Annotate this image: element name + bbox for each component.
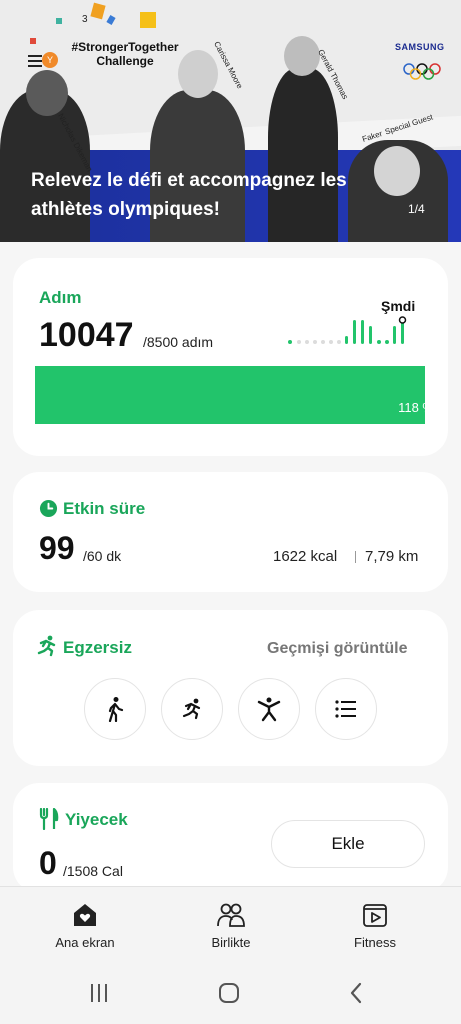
- food-value: 0: [39, 845, 57, 881]
- food-title: Yiyecek: [65, 810, 128, 829]
- olympic-rings-icon: [403, 63, 441, 80]
- confetti-number: 3: [82, 14, 88, 25]
- banner-pager: 1/4: [408, 202, 425, 216]
- walk-button[interactable]: [84, 678, 146, 740]
- system-navigation-bar: [0, 958, 461, 1024]
- nav-together[interactable]: Birlikte: [154, 887, 308, 959]
- active-time-card[interactable]: Etkin süre 99 /60 dk 1622 kcal 7,79 km: [13, 472, 448, 592]
- food-goal: /1508 Cal: [63, 863, 123, 879]
- nav-home[interactable]: Ana ekran: [8, 887, 162, 959]
- food-card[interactable]: Yiyecek 0 /1508 Cal Ekle: [13, 783, 448, 893]
- active-time-title: Etkin süre: [63, 499, 146, 518]
- nav-home-label: Ana ekran: [55, 935, 115, 950]
- confetti-shape: [140, 12, 156, 28]
- promo-banner[interactable]: 3 Y #StrongerTogether Challenge Nicholas…: [0, 0, 461, 242]
- confetti-shape: [90, 2, 106, 20]
- confetti-shape: [106, 15, 116, 25]
- exercise-title: Egzersiz: [63, 638, 132, 657]
- run-icon: [182, 698, 201, 720]
- nav-together-label: Birlikte: [211, 935, 251, 950]
- list-icon: [335, 700, 356, 718]
- add-food-button[interactable]: Ekle: [271, 820, 425, 868]
- steps-count: 10047: [39, 316, 134, 354]
- workout-button[interactable]: [238, 678, 300, 740]
- nav-fitness[interactable]: Fitness: [298, 887, 452, 959]
- steps-card[interactable]: Adım 10047 /8500 adım Şmdi 118 %: [13, 258, 448, 456]
- hashtag-line2: Challenge: [96, 54, 154, 68]
- calories-value: 1622 kcal: [273, 548, 338, 565]
- sponsor-logo: SAMSUNG: [395, 42, 445, 52]
- exercise-list-button[interactable]: [315, 678, 377, 740]
- distance-value: 7,79 km: [365, 548, 419, 565]
- exercise-card[interactable]: Egzersiz Geçmişi görüntüle: [13, 610, 448, 766]
- active-time-value: 99: [39, 530, 75, 566]
- fork-knife-icon: [39, 808, 59, 830]
- confetti-shape: [56, 18, 62, 24]
- athlete-name: Carissa Moore: [212, 40, 245, 91]
- nav-fitness-label: Fitness: [354, 935, 396, 950]
- confetti-shape: [30, 38, 36, 44]
- steps-goal: /8500 adım: [143, 334, 214, 350]
- active-time-goal: /60 dk: [83, 548, 122, 564]
- avatar-badge[interactable]: Y: [42, 52, 58, 68]
- people-icon: [217, 903, 245, 927]
- fitness-play-icon: [363, 904, 387, 927]
- steps-hourly-chart: [288, 316, 407, 344]
- view-history-link[interactable]: Geçmişi görüntüle: [267, 640, 407, 658]
- steps-progress-fill: [35, 366, 425, 424]
- steps-now-label: Şmdi: [381, 298, 416, 314]
- run-button[interactable]: [161, 678, 223, 740]
- back-icon[interactable]: [342, 978, 372, 1008]
- clock-icon: [39, 499, 58, 518]
- steps-percent: 118 %: [398, 400, 434, 415]
- runner-icon: [37, 635, 56, 657]
- workout-icon: [257, 697, 281, 722]
- bottom-navigation: Ana ekran Birlikte Fitness: [0, 886, 461, 958]
- home-heart-icon: [74, 904, 96, 926]
- home-button-icon[interactable]: [214, 978, 244, 1008]
- walk-icon: [108, 697, 124, 722]
- banner-hashtag: #StrongerTogether Challenge: [60, 40, 190, 68]
- banner-headline: Relevez le défi et accompagnez les athlè…: [31, 170, 347, 220]
- divider: [355, 551, 356, 563]
- steps-title: Adım: [39, 288, 82, 307]
- hashtag-line1: #StrongerTogether: [71, 40, 179, 54]
- recent-apps-icon[interactable]: [84, 978, 114, 1008]
- steps-progress-bar: [35, 366, 425, 424]
